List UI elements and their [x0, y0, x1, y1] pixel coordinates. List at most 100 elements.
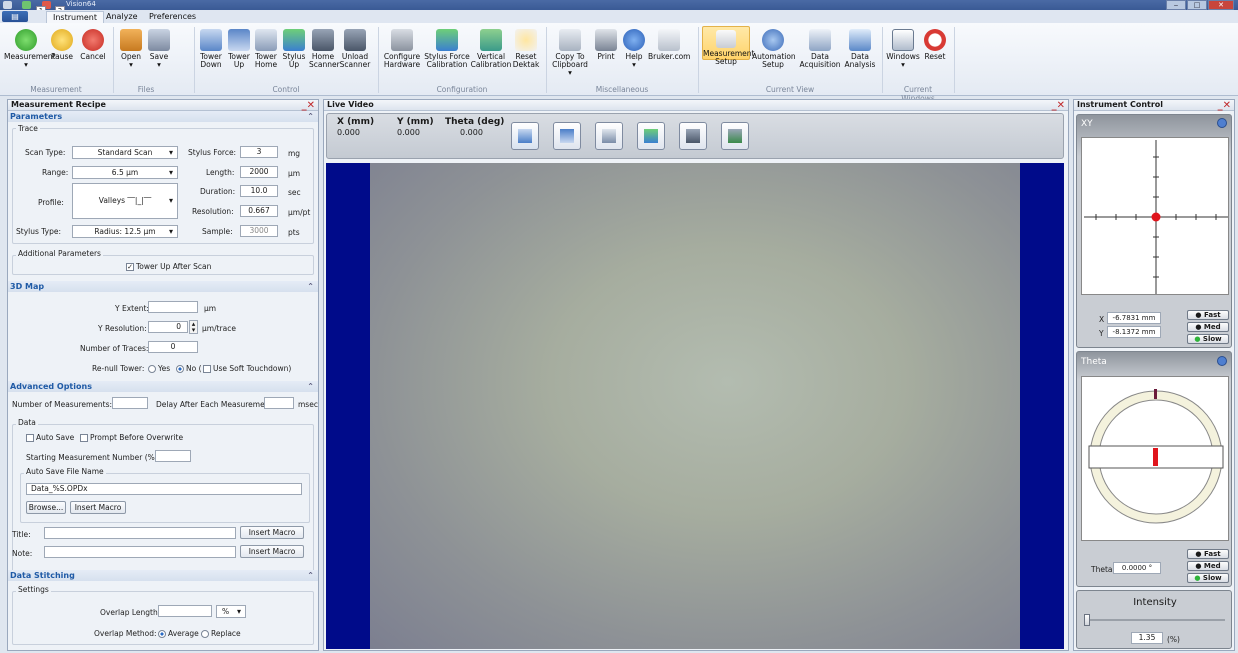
live-video-image[interactable] — [370, 163, 1020, 649]
stylus-type-dropdown[interactable]: Radius: 12.5 µm — [72, 225, 178, 238]
print-button[interactable]: Print — [594, 29, 618, 61]
prompt-overwrite-checkbox[interactable]: Prompt Before Overwrite — [80, 433, 183, 442]
minimize-button[interactable]: ‒ — [1166, 0, 1186, 10]
scan-type-dropdown[interactable]: Standard Scan — [72, 146, 178, 159]
close-panel-icon[interactable]: _✕ — [1052, 101, 1065, 111]
insert-macro-button[interactable]: Insert Macro — [70, 501, 126, 514]
tab-preferences[interactable]: Preferences — [143, 11, 202, 23]
xy-slow-button[interactable]: ● Slow — [1187, 334, 1229, 344]
video-frame[interactable] — [326, 163, 1064, 649]
configure-hardware-button[interactable]: Configure Hardware — [382, 29, 422, 69]
xy-fast-button[interactable]: ● Fast — [1187, 310, 1229, 320]
overlap-unit-dropdown[interactable]: % — [216, 605, 246, 618]
profile-dropdown[interactable]: Valleys ‾‾|_|‾‾ — [72, 183, 178, 219]
y-resolution-input[interactable]: 0 — [148, 321, 188, 333]
tower-up-checkbox[interactable]: ✓ Tower Up After Scan — [126, 262, 211, 271]
insert-macro-note-button[interactable]: Insert Macro — [240, 545, 304, 558]
xy-joystick-area[interactable] — [1081, 137, 1229, 295]
home-scanner-tool-button[interactable] — [679, 122, 707, 150]
unload-scanner-button[interactable]: Unload Scanner — [339, 29, 371, 69]
quick-access-start-icon[interactable] — [22, 1, 31, 9]
resolution-input[interactable]: 0.667 — [240, 205, 278, 217]
y-extent-input[interactable] — [148, 301, 198, 313]
number-of-measurements-input[interactable] — [112, 397, 148, 409]
unload-scanner-tool-button[interactable] — [721, 122, 749, 150]
data-analysis-button[interactable]: Data Analysis — [844, 29, 876, 69]
tower-up-button[interactable]: Tower Up — [227, 29, 251, 69]
tower-home-button[interactable]: Tower Home — [253, 29, 279, 69]
collapse-icon[interactable]: ⌃ — [307, 281, 314, 292]
average-radio[interactable]: Average — [158, 629, 199, 638]
home-scanner-label: Home Scanner — [309, 52, 340, 69]
file-name-input[interactable]: Data_%S.OPDx — [26, 483, 302, 495]
maximize-button[interactable]: □ — [1187, 0, 1207, 10]
collapse-icon[interactable]: ⌃ — [307, 111, 314, 122]
xy-settings-icon[interactable] — [1217, 118, 1227, 130]
tower-up-tool-button[interactable] — [553, 122, 581, 150]
close-panel-icon[interactable]: _✕ — [1218, 101, 1231, 111]
length-input[interactable]: 2000 — [240, 166, 278, 178]
section-parameters[interactable]: Parameters ⌃ — [8, 111, 318, 122]
duration-input[interactable]: 10.0 — [240, 185, 278, 197]
stylus-force-calibration-button[interactable]: Stylus Force Calibration — [424, 29, 470, 69]
tab-analyze[interactable]: Analyze — [100, 11, 144, 23]
theta-slow-button[interactable]: ● Slow — [1187, 573, 1229, 583]
tower-down-button[interactable]: Tower Down — [198, 29, 224, 69]
close-window-button[interactable]: ✕ — [1208, 0, 1234, 10]
intensity-slider-thumb[interactable] — [1083, 614, 1090, 626]
insert-macro-title-button[interactable]: Insert Macro — [240, 526, 304, 539]
intensity-value[interactable]: 1.35 — [1131, 632, 1163, 644]
tower-home-tool-button[interactable] — [595, 122, 623, 150]
section-advanced-options[interactable]: Advanced Options ⌃ — [8, 381, 318, 392]
close-panel-icon[interactable]: _✕ — [302, 101, 315, 111]
intensity-slider-track[interactable] — [1085, 619, 1225, 621]
soft-touchdown-checkbox[interactable]: Use Soft Touchdown) — [203, 364, 291, 373]
overlap-length-input[interactable] — [158, 605, 212, 617]
application-menu-button[interactable]: ▤ — [2, 11, 28, 22]
open-button[interactable]: Open ▾ — [118, 29, 144, 69]
theta-dial-area[interactable] — [1081, 376, 1229, 541]
reset-dektak-button[interactable]: Reset Dektak — [512, 29, 540, 69]
y-resolution-spinner[interactable]: ▴ ▾ — [189, 320, 198, 334]
save-button[interactable]: Save ▾ — [146, 29, 172, 69]
replace-radio[interactable]: Replace — [201, 629, 241, 638]
bruker-com-button[interactable]: Bruker.com — [648, 29, 690, 61]
note-input[interactable] — [44, 546, 236, 558]
renull-no-radio[interactable]: No ( — [176, 364, 202, 373]
renull-yes-radio[interactable]: Yes — [148, 364, 170, 373]
xy-med-button[interactable]: ● Med — [1187, 322, 1229, 332]
theta-med-button[interactable]: ● Med — [1187, 561, 1229, 571]
collapse-icon[interactable]: ⌃ — [307, 381, 314, 392]
tab-instrument[interactable]: Instrument — [46, 11, 105, 23]
automation-setup-button[interactable]: Automation Setup — [752, 29, 796, 69]
collapse-icon[interactable]: ⌃ — [307, 570, 314, 581]
measurement-setup-button[interactable]: Measurement Setup — [702, 26, 755, 66]
y-extent-unit: µm — [204, 304, 217, 313]
auto-save-checkbox[interactable]: Auto Save — [26, 433, 74, 442]
theta-fast-button[interactable]: ● Fast — [1187, 549, 1229, 559]
measurement-button[interactable]: Measurement ▾ — [4, 29, 56, 69]
cancel-button[interactable]: Cancel — [78, 29, 108, 61]
section-data-stitching[interactable]: Data Stitching ⌃ — [8, 570, 318, 581]
stylus-up-tool-button[interactable] — [637, 122, 665, 150]
copy-to-clipboard-button[interactable]: Copy To Clipboard ▾ — [550, 29, 590, 77]
vertical-calibration-button[interactable]: Vertical Calibration — [470, 29, 512, 69]
title-input[interactable] — [44, 527, 236, 539]
theta-settings-icon[interactable] — [1217, 356, 1227, 368]
save-label: Save — [149, 52, 169, 61]
stylus-force-input[interactable]: 3 — [240, 146, 278, 158]
help-button[interactable]: Help ▾ — [622, 29, 646, 69]
starting-number-input[interactable] — [155, 450, 191, 462]
reset-button[interactable]: Reset — [922, 29, 948, 61]
tower-down-tool-button[interactable] — [511, 122, 539, 150]
browse-button[interactable]: Browse... — [26, 501, 66, 514]
number-of-traces-input[interactable]: 0 — [148, 341, 198, 353]
data-acquisition-button[interactable]: Data Acquisition — [796, 29, 844, 69]
pause-button[interactable]: Pause — [48, 29, 76, 61]
home-scanner-button[interactable]: Home Scanner — [309, 29, 340, 69]
stylus-up-button[interactable]: Stylus Up — [282, 29, 306, 69]
section-3d-map[interactable]: 3D Map ⌃ — [8, 281, 318, 292]
delay-input[interactable] — [264, 397, 294, 409]
windows-button[interactable]: Windows ▾ — [886, 29, 920, 69]
range-dropdown[interactable]: 6.5 µm — [72, 166, 178, 179]
